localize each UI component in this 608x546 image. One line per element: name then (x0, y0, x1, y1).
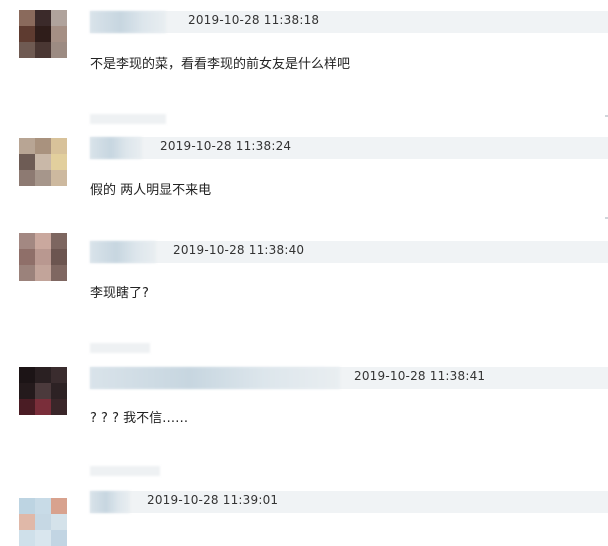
avatar-mosaic-cell (51, 42, 67, 58)
comment-item: 2019-10-28 11:39:01 (0, 460, 608, 546)
avatar-mosaic-cell (19, 154, 35, 170)
comment-meta-bar: 2019-10-28 11:39:01 (90, 491, 608, 513)
comment-meta-bar: 2019-10-28 11:38:18 (90, 11, 608, 33)
avatar-mosaic-cell (35, 514, 51, 530)
avatar[interactable] (19, 498, 67, 546)
avatar-mosaic-cell (35, 26, 51, 42)
comment-item: 2019-10-28 11:38:24 假的 两人明显不来电 (0, 110, 608, 220)
avatar-mosaic-cell (35, 265, 51, 281)
avatar-mosaic-cell (19, 138, 35, 154)
avatar-mosaic-cell (51, 530, 67, 546)
avatar[interactable] (19, 233, 67, 281)
avatar-mosaic-cell (35, 399, 51, 415)
username-blurred[interactable] (90, 11, 166, 33)
avatar-mosaic-cell (51, 399, 67, 415)
avatar-mosaic-cell (35, 249, 51, 265)
timestamp: 2019-10-28 11:39:01 (147, 493, 279, 507)
comment-text: 李现瞎了? (90, 286, 149, 301)
avatar-mosaic-cell (35, 42, 51, 58)
comment-item: 2019-10-28 11:38:40 李现瞎了? (0, 215, 608, 330)
avatar-mosaic-cell (35, 367, 51, 383)
avatar-mosaic-cell (35, 138, 51, 154)
avatar-mosaic-cell (51, 498, 67, 514)
comment-item: 2019-10-28 11:38:41 ? ? ? 我不信…… (0, 335, 608, 460)
timestamp: 2019-10-28 11:38:24 (160, 139, 292, 153)
avatar[interactable] (19, 138, 67, 186)
blurred-line (90, 343, 150, 353)
avatar-mosaic-cell (19, 249, 35, 265)
comment-meta-bar: 2019-10-28 11:38:24 (90, 137, 608, 159)
avatar-mosaic-cell (51, 249, 67, 265)
avatar-mosaic-cell (19, 530, 35, 546)
comment-item: 2019-10-28 11:38:18 不是李现的菜，看看李现的前女友是什么样吧 (0, 0, 608, 110)
avatar-mosaic-cell (35, 170, 51, 186)
avatar-mosaic-cell (51, 383, 67, 399)
timestamp: 2019-10-28 11:38:40 (173, 243, 305, 257)
username-blurred[interactable] (90, 491, 130, 513)
comment-text: 假的 两人明显不来电 (90, 183, 212, 198)
avatar-mosaic-cell (51, 138, 67, 154)
comment-meta-bar: 2019-10-28 11:38:41 (90, 367, 608, 389)
avatar-mosaic-cell (19, 514, 35, 530)
avatar-mosaic-cell (19, 399, 35, 415)
avatar-mosaic-cell (35, 383, 51, 399)
avatar-mosaic-cell (35, 233, 51, 249)
blurred-line (90, 114, 166, 124)
comment-text: 不是李现的菜，看看李现的前女友是什么样吧 (90, 57, 351, 72)
avatar-mosaic-cell (51, 154, 67, 170)
avatar-mosaic-cell (19, 498, 35, 514)
comment-meta-bar: 2019-10-28 11:38:40 (90, 241, 608, 263)
username-blurred[interactable] (90, 137, 142, 159)
avatar-mosaic-cell (35, 154, 51, 170)
avatar-mosaic-cell (19, 383, 35, 399)
avatar-mosaic-cell (35, 530, 51, 546)
avatar-mosaic-cell (51, 170, 67, 186)
avatar-mosaic-cell (51, 265, 67, 281)
username-blurred[interactable] (90, 367, 340, 389)
avatar-mosaic-cell (51, 26, 67, 42)
avatar-mosaic-cell (19, 170, 35, 186)
avatar-mosaic-cell (19, 42, 35, 58)
avatar-mosaic-cell (51, 367, 67, 383)
timestamp: 2019-10-28 11:38:41 (354, 369, 486, 383)
timestamp: 2019-10-28 11:38:18 (188, 13, 320, 27)
avatar-mosaic-cell (51, 233, 67, 249)
avatar-mosaic-cell (35, 10, 51, 26)
avatar-mosaic-cell (19, 233, 35, 249)
avatar-mosaic-cell (51, 10, 67, 26)
avatar-mosaic-cell (51, 514, 67, 530)
comment-text: ? ? ? 我不信…… (90, 411, 189, 426)
avatar-mosaic-cell (19, 367, 35, 383)
avatar-mosaic-cell (19, 26, 35, 42)
avatar-mosaic-cell (19, 10, 35, 26)
avatar[interactable] (19, 367, 67, 415)
avatar[interactable] (19, 10, 67, 58)
avatar-mosaic-cell (35, 498, 51, 514)
avatar-mosaic-cell (19, 265, 35, 281)
blurred-line (90, 466, 160, 476)
username-blurred[interactable] (90, 241, 156, 263)
